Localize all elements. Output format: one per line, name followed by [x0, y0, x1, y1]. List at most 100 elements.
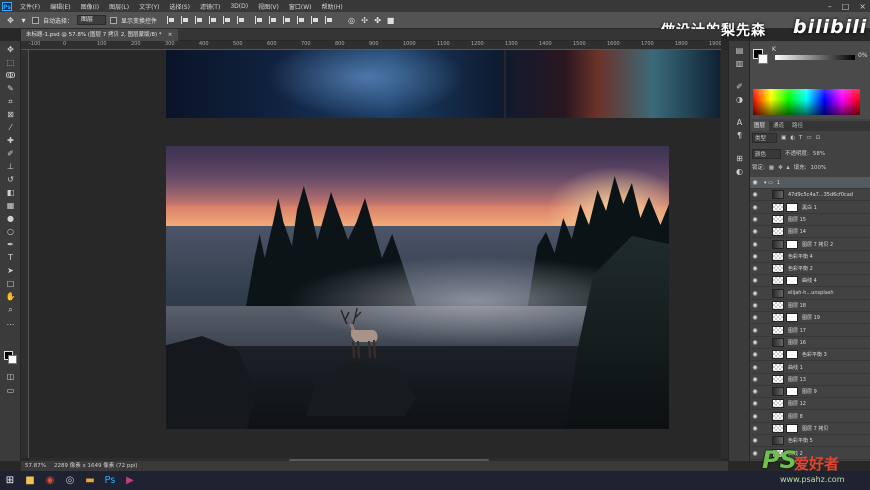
lock-all-icon[interactable]: 🔒︎: [787, 163, 790, 173]
lasso-tool-icon[interactable]: ↂ: [5, 70, 16, 81]
k-channel-slider[interactable]: [775, 55, 855, 60]
visibility-eye-icon[interactable]: ◉: [750, 450, 760, 457]
3d-rotate-icon[interactable]: ✣: [360, 16, 369, 25]
history-panel-icon[interactable]: ▤: [734, 45, 745, 56]
menu-filter[interactable]: 滤镜(T): [195, 2, 225, 11]
healing-brush-tool-icon[interactable]: ✚: [5, 135, 16, 146]
tab-layers[interactable]: 图层: [750, 121, 770, 131]
align-left-icon[interactable]: [209, 16, 217, 24]
align-bottom-icon[interactable]: [195, 16, 203, 24]
paragraph-panel-icon[interactable]: ¶: [734, 130, 745, 141]
visibility-eye-icon[interactable]: ◉: [750, 327, 760, 334]
dropdown-arrow-icon[interactable]: ▾: [19, 16, 28, 25]
eyedropper-tool-icon[interactable]: ⁄: [5, 122, 16, 133]
distribute-center-icon[interactable]: [311, 16, 319, 24]
layer-row[interactable]: ◉ 色彩平衡 4: [750, 251, 870, 263]
zoom-tool-icon[interactable]: ⌕: [5, 304, 16, 315]
layer-mask-thumbnail[interactable]: [786, 239, 798, 249]
swatches-panel-icon[interactable]: ⊞: [734, 153, 745, 164]
k-channel-value[interactable]: 0%: [858, 52, 868, 59]
visibility-eye-icon[interactable]: ◉: [750, 400, 760, 407]
layer-thumbnail[interactable]: [772, 387, 784, 397]
visibility-eye-icon[interactable]: ◉: [750, 339, 760, 346]
align-center-icon[interactable]: [223, 16, 231, 24]
lock-position-icon[interactable]: ✥: [778, 163, 783, 173]
clone-stamp-tool-icon[interactable]: ⊥: [5, 161, 16, 172]
layer-thumbnail[interactable]: [772, 288, 784, 298]
visibility-eye-icon[interactable]: ◉: [750, 351, 760, 358]
layer-mask-thumbnail[interactable]: [786, 276, 798, 286]
layer-group-row[interactable]: ◉ ▾ ▭ 1: [750, 177, 870, 189]
start-icon[interactable]: ⊞: [0, 471, 20, 490]
layer-thumbnail[interactable]: [772, 399, 784, 409]
move-tool-icon[interactable]: ✥: [6, 16, 15, 25]
character-panel-icon[interactable]: A: [734, 117, 745, 128]
layer-row[interactable]: ◉ 图层 18: [750, 300, 870, 312]
align-right-icon[interactable]: [237, 16, 245, 24]
visibility-eye-icon[interactable]: ◉: [750, 314, 760, 321]
close-tab-icon[interactable]: ×: [168, 29, 173, 41]
visibility-eye-icon[interactable]: ◉: [750, 216, 760, 223]
layer-thumbnail[interactable]: [772, 374, 784, 384]
layer-row[interactable]: ◉ 色彩平衡 2: [750, 263, 870, 276]
layer-row[interactable]: ◉ 图层 7 拷贝 2: [750, 239, 870, 251]
menu-layer[interactable]: 图层(L): [104, 2, 134, 11]
layer-thumbnail[interactable]: [772, 251, 784, 261]
menu-help[interactable]: 帮助(H): [317, 2, 348, 11]
blur-tool-icon[interactable]: ●: [5, 213, 16, 224]
dodge-tool-icon[interactable]: ○: [5, 226, 16, 237]
visibility-eye-icon[interactable]: ◉: [750, 277, 760, 284]
zoom-level[interactable]: 57.87%: [25, 461, 46, 471]
visibility-eye-icon[interactable]: ◉: [750, 241, 760, 248]
layer-thumbnail[interactable]: [772, 313, 784, 323]
visibility-eye-icon[interactable]: ◉: [750, 191, 760, 198]
quick-mask-icon[interactable]: ◫: [5, 371, 16, 382]
tab-channels[interactable]: 通道: [769, 121, 788, 131]
photoshop-task-icon[interactable]: Ps: [100, 471, 120, 490]
menu-image[interactable]: 图像(I): [76, 2, 104, 11]
menu-file[interactable]: 文件(F): [15, 2, 45, 11]
layer-thumbnail[interactable]: [772, 325, 784, 335]
visibility-eye-icon[interactable]: ◉: [750, 413, 760, 420]
quick-select-tool-icon[interactable]: ✎: [5, 83, 16, 94]
filter-type-icon[interactable]: T: [799, 133, 802, 143]
layer-thumbnail[interactable]: [772, 411, 784, 421]
history-brush-tool-icon[interactable]: ↺: [5, 174, 16, 185]
auto-select-dropdown[interactable]: 图层: [77, 15, 107, 25]
layer-mask-thumbnail[interactable]: [786, 424, 798, 433]
3d-slide-icon[interactable]: ✤: [373, 16, 382, 25]
visibility-eye-icon[interactable]: ◉: [750, 204, 760, 211]
layer-thumbnail[interactable]: [772, 276, 784, 286]
filter-smart-icon[interactable]: ⊡: [816, 133, 821, 143]
distribute-left-icon[interactable]: [297, 16, 305, 24]
layer-row[interactable]: ◉ 曲线 1: [750, 362, 870, 374]
distribute-bottom-icon[interactable]: [283, 16, 291, 24]
menu-edit[interactable]: 编辑(E): [45, 2, 75, 11]
visibility-eye-icon[interactable]: ◉: [750, 388, 760, 395]
layer-row[interactable]: ◉ 图层 8: [750, 411, 870, 423]
eraser-tool-icon[interactable]: ◧: [5, 187, 16, 198]
layer-row[interactable]: ◉ 图层 15: [750, 214, 870, 226]
adjustments-panel-icon[interactable]: ◑: [734, 94, 745, 105]
layer-row[interactable]: ◉ elijah-h...unsplash: [750, 288, 870, 300]
layer-row[interactable]: ◉ 黑白 1: [750, 202, 870, 214]
vertical-scrollbar[interactable]: [721, 50, 728, 458]
more-tools-icon[interactable]: …: [5, 317, 16, 328]
3d-mode-icon[interactable]: ◎: [347, 16, 356, 25]
layer-row[interactable]: ◉ 图层 12: [750, 398, 870, 411]
menu-select[interactable]: 选择(S): [164, 2, 195, 11]
screen-mode-icon[interactable]: ▭: [5, 385, 16, 396]
chrome-icon[interactable]: ◉: [40, 471, 60, 490]
layer-row[interactable]: ◉ 47d9c5c4a7...35d6cf0cad: [750, 189, 870, 202]
folder-icon[interactable]: ▾ ▭: [764, 180, 773, 186]
main-artwork-canvas[interactable]: [166, 146, 669, 429]
type-tool-icon[interactable]: T: [5, 252, 16, 263]
show-transform-checkbox[interactable]: [110, 16, 118, 24]
color-spectrum[interactable]: [753, 89, 860, 115]
menu-type[interactable]: 文字(Y): [134, 2, 164, 11]
pen-tool-icon[interactable]: ✒: [5, 239, 16, 250]
layer-thumbnail[interactable]: [772, 202, 784, 212]
path-select-tool-icon[interactable]: ➤: [5, 265, 16, 276]
properties-panel-icon[interactable]: ▥: [734, 58, 745, 69]
opacity-value[interactable]: 58%: [813, 149, 825, 159]
